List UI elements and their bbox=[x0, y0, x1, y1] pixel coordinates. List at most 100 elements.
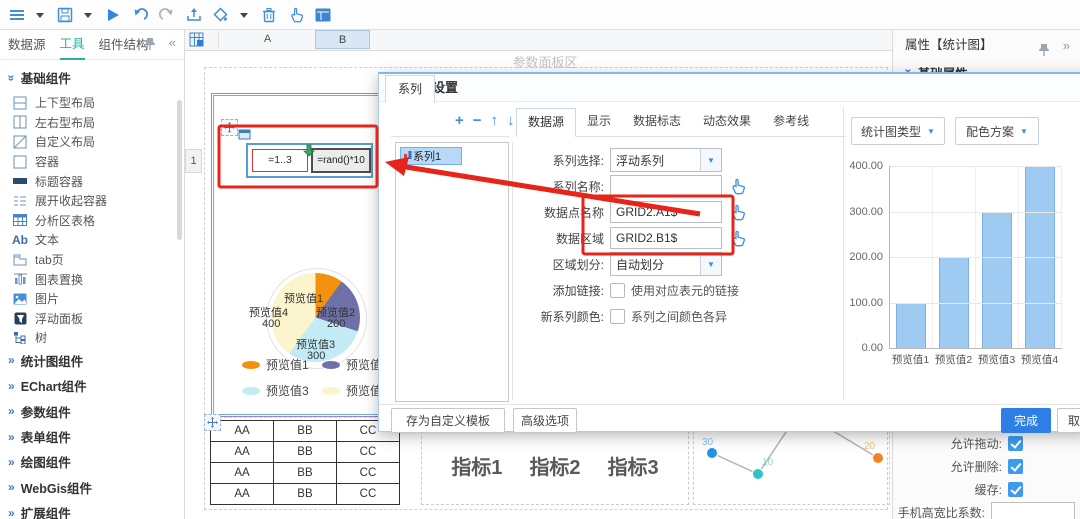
finish-button[interactable]: 完成 bbox=[1001, 408, 1051, 433]
series-select-select[interactable]: 浮动系列▼ bbox=[610, 148, 722, 172]
series-add-button[interactable]: + bbox=[455, 112, 464, 130]
table-cell[interactable]: BB bbox=[273, 421, 336, 442]
series-list-item[interactable]: 系列1 bbox=[400, 147, 462, 165]
tab-series[interactable]: 系列 bbox=[385, 75, 435, 103]
sidebar-tab-2[interactable]: 组件结构 bbox=[99, 31, 149, 59]
sidebar-item-layout-top-bottom[interactable]: 上下型布局 bbox=[0, 93, 184, 113]
series-name-input[interactable] bbox=[610, 175, 722, 197]
area-division-select[interactable]: 自动划分▼ bbox=[610, 252, 722, 276]
line-point[interactable] bbox=[707, 448, 718, 459]
table-cell[interactable]: AA bbox=[211, 484, 274, 505]
format-paint-icon[interactable] bbox=[212, 6, 230, 24]
series-name-picker-hand-icon[interactable] bbox=[730, 178, 746, 195]
sidebar-item-tab-page[interactable]: tab页 bbox=[0, 250, 184, 270]
sidebar-item-container[interactable]: 容器 bbox=[0, 152, 184, 172]
column-header-b[interactable]: B bbox=[315, 30, 370, 49]
sidebar-section-1[interactable]: »EChart组件 bbox=[0, 373, 184, 398]
table-cell[interactable]: CC bbox=[336, 442, 399, 463]
sidebar-section-0[interactable]: »统计图组件 bbox=[0, 348, 184, 373]
line-point[interactable] bbox=[753, 469, 764, 480]
series-listbox[interactable]: 系列1 bbox=[395, 142, 509, 402]
sidebar-item-chart-swap[interactable]: 图表置换 bbox=[0, 269, 184, 289]
cancel-button[interactable]: 取消 bbox=[1057, 408, 1080, 433]
sidebar-tab-1[interactable]: 工具 bbox=[60, 30, 85, 60]
line-point[interactable] bbox=[873, 453, 884, 464]
column-header-a[interactable]: A bbox=[218, 30, 317, 49]
property-checkbox[interactable] bbox=[1008, 482, 1023, 497]
upload-icon[interactable] bbox=[185, 6, 203, 24]
sidebar-section-basic[interactable]: » 基础组件 bbox=[0, 60, 184, 93]
sidebar-item-layout-custom[interactable]: 自定义布局 bbox=[0, 132, 184, 152]
move-handle-icon[interactable] bbox=[221, 119, 238, 136]
preview-data-table[interactable]: AABBCCAABBCCAABBCCAABBCC bbox=[210, 420, 400, 505]
formula-cell-b1[interactable]: =rand()*10 bbox=[311, 148, 371, 173]
menu-icon[interactable] bbox=[8, 6, 26, 24]
redo-icon[interactable] bbox=[158, 6, 176, 24]
table-cell[interactable]: BB bbox=[273, 463, 336, 484]
sidebar-item-tree[interactable]: 树 bbox=[0, 328, 184, 348]
collapse-panel-icon[interactable]: « bbox=[169, 35, 176, 50]
line-chart-panel[interactable]: 301020 bbox=[693, 426, 890, 505]
table-move-handle-icon[interactable] bbox=[204, 414, 221, 431]
table-cell[interactable]: BB bbox=[273, 442, 336, 463]
chart-type-button[interactable]: 统计图类型▼ bbox=[851, 117, 945, 145]
table-cell[interactable]: CC bbox=[336, 484, 399, 505]
row-header-1[interactable]: 1 bbox=[185, 149, 202, 173]
indicator-label: 指标3 bbox=[608, 451, 659, 480]
sidebar-scrollbar[interactable] bbox=[177, 100, 182, 240]
sidebar-item-image[interactable]: 图片 bbox=[0, 289, 184, 309]
delete-icon[interactable] bbox=[260, 6, 278, 24]
data-point-name-input[interactable]: GRID2.A1$ bbox=[610, 201, 722, 223]
sidebar-section-5[interactable]: »WebGis组件 bbox=[0, 475, 184, 500]
table-cell[interactable]: AA bbox=[211, 442, 274, 463]
formula-cell-a1[interactable]: =1..3 bbox=[252, 149, 308, 172]
sidebar-item-expand-collapse[interactable]: 展开收起容器 bbox=[0, 191, 184, 211]
sidebar-item-title-container[interactable]: 标题容器 bbox=[0, 171, 184, 191]
table-cell[interactable]: AA bbox=[211, 463, 274, 484]
dialog-tab-0[interactable]: 数据源 bbox=[516, 108, 576, 137]
paint-caret-icon[interactable] bbox=[239, 6, 249, 24]
sidebar-item-analysis-table[interactable]: 分析区表格 bbox=[0, 211, 184, 231]
menu-caret-icon[interactable] bbox=[35, 6, 45, 24]
table-cell[interactable]: BB bbox=[273, 484, 336, 505]
series-move-down-button[interactable]: ↓ bbox=[507, 112, 515, 130]
sidebar-section-4[interactable]: »绘图组件 bbox=[0, 449, 184, 474]
ratio-input[interactable] bbox=[991, 502, 1075, 519]
advanced-options-button[interactable]: 高级选项 bbox=[513, 408, 577, 433]
property-checkbox[interactable] bbox=[1008, 459, 1023, 474]
run-icon[interactable] bbox=[104, 6, 122, 24]
data-point-name-picker-hand-icon[interactable] bbox=[730, 204, 746, 221]
save-custom-template-button[interactable]: 存为自定义模板 bbox=[391, 408, 505, 433]
color-scheme-button[interactable]: 配色方案▼ bbox=[955, 117, 1039, 145]
hand-icon[interactable] bbox=[287, 6, 305, 24]
collapse-panel-icon[interactable]: » bbox=[1063, 31, 1070, 61]
dialog-tab-1[interactable]: 显示 bbox=[576, 108, 622, 136]
panel-icon[interactable] bbox=[314, 6, 332, 24]
save-icon[interactable] bbox=[56, 6, 74, 24]
new-series-color-checkbox[interactable] bbox=[610, 309, 625, 324]
pin-icon[interactable] bbox=[144, 37, 156, 54]
add-link-checkbox[interactable] bbox=[610, 283, 625, 298]
data-area-input[interactable]: GRID2.B1$ bbox=[610, 227, 722, 249]
undo-icon[interactable] bbox=[131, 6, 149, 24]
sidebar-tab-0[interactable]: 数据源 bbox=[8, 31, 46, 59]
table-cell[interactable]: CC bbox=[336, 463, 399, 484]
floating-element-icon[interactable] bbox=[238, 129, 251, 143]
sidebar-item-floating-panel[interactable]: 浮动面板 bbox=[0, 309, 184, 329]
series-remove-button[interactable]: − bbox=[473, 112, 482, 130]
x-axis-label: 预览值3 bbox=[975, 352, 1018, 367]
pin-icon[interactable] bbox=[1038, 38, 1050, 68]
dialog-tab-4[interactable]: 参考线 bbox=[762, 108, 820, 136]
sidebar-item-text[interactable]: Ab文本 bbox=[0, 230, 184, 250]
sidebar-section-6[interactable]: »扩展组件 bbox=[0, 500, 184, 519]
dialog-tab-3[interactable]: 动态效果 bbox=[692, 108, 762, 136]
series-move-up-button[interactable]: ↑ bbox=[491, 112, 499, 130]
grid-corner-icon[interactable] bbox=[189, 32, 204, 50]
save-caret-icon[interactable] bbox=[83, 6, 93, 24]
data-area-picker-hand-icon[interactable] bbox=[730, 230, 746, 247]
sidebar-section-3[interactable]: »表单组件 bbox=[0, 424, 184, 449]
sidebar-item-layout-left-right[interactable]: 左右型布局 bbox=[0, 113, 184, 133]
property-checkbox[interactable] bbox=[1008, 436, 1023, 451]
dialog-tab-2[interactable]: 数据标志 bbox=[622, 108, 692, 136]
sidebar-section-2[interactable]: »参数组件 bbox=[0, 399, 184, 424]
